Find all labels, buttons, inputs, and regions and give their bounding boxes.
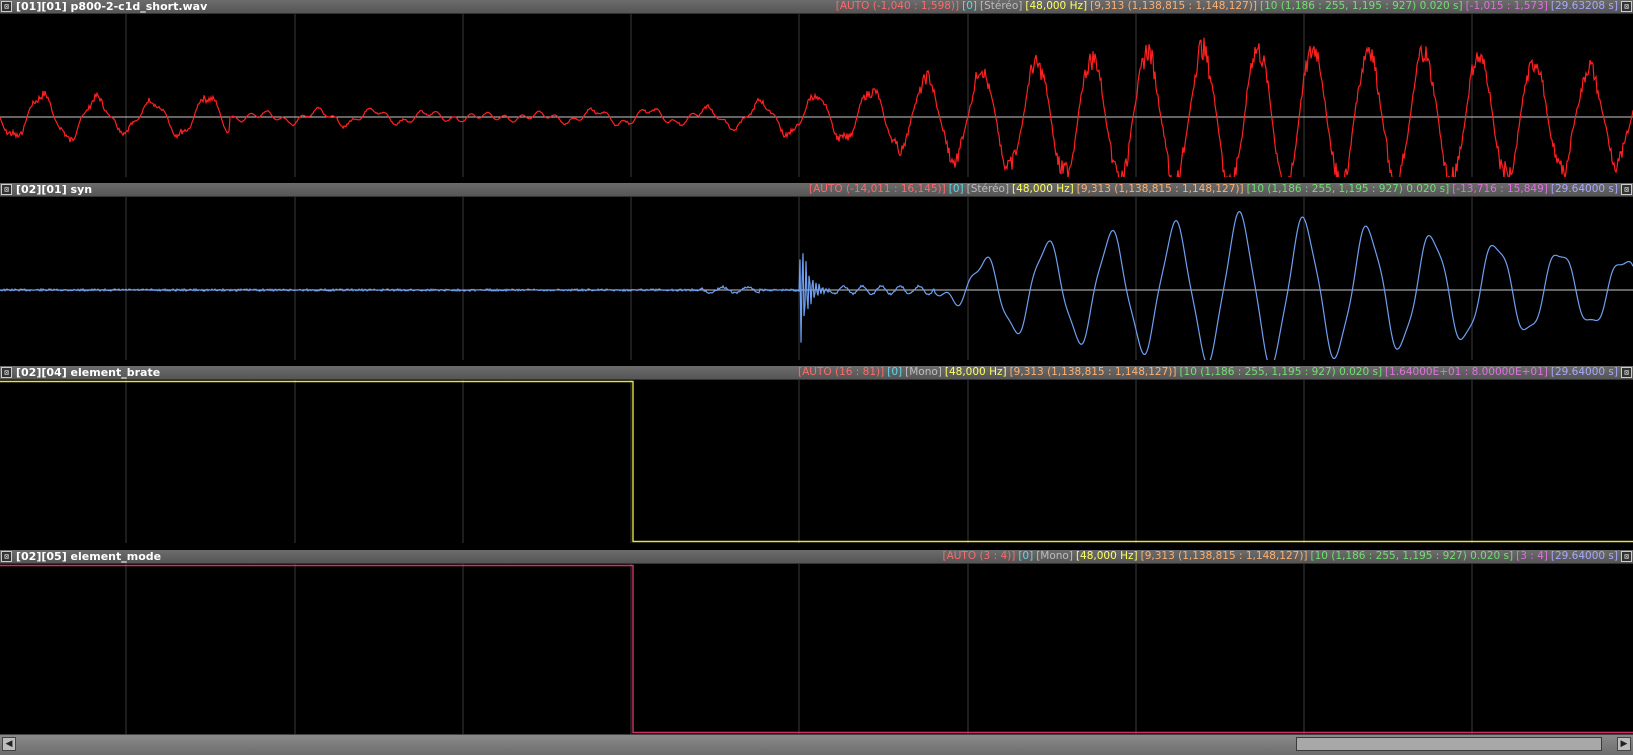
info-range: [9,313 (1,138,815 : 1,148,127)] [1090,0,1257,12]
info-index: [0] [962,0,977,12]
info-rate: [48,000 Hz] [1075,550,1138,562]
step-trace [0,380,1633,543]
info-values: [-13,716 : 15,849] [1452,183,1548,195]
info-index: [0] [1018,550,1034,562]
track-toggle-icon[interactable]: ⊠ [1,367,12,378]
waveform-plot[interactable] [0,14,1633,177]
info-range: [9,313 (1,138,815 : 1,148,127)] [1140,550,1308,562]
track-2: ⊠ [02][01] syn [AUTO (-14,011 : 16,145)]… [0,183,1633,360]
track-1: ⊠ [01][01] p800-2-c1d_short.wav [AUTO (-… [0,0,1633,177]
track-close-icon[interactable]: ⊠ [1621,367,1632,378]
scroll-left-icon[interactable]: ◀ [2,737,16,751]
info-rate: [48,000 Hz] [1025,0,1088,12]
waveform-plot[interactable] [0,197,1633,360]
scroll-right-icon[interactable]: ▶ [1617,737,1631,751]
waveform-plot[interactable] [0,380,1633,543]
step-trace [0,564,1633,734]
info-values: [-1,015 : 1,573] [1465,0,1548,12]
info-channels: [Stéréo] [980,0,1023,12]
track-3: ⊠ [02][04] element_brate [AUTO (16 : 81)… [0,366,1633,543]
info-range: [9,313 (1,138,815 : 1,148,127)] [1076,183,1244,195]
info-duration: [29.64000 s] [1550,183,1618,195]
waveform-trace [0,210,1633,360]
track-close-icon[interactable]: ⊠ [1621,1,1632,12]
info-auto: [AUTO (16 : 81)] [798,366,885,378]
scroll-thumb[interactable] [1295,737,1603,751]
track-header[interactable]: ⊠ [02][05] element_mode [AUTO (3 : 4)] [0… [0,550,1633,564]
info-index: [0] [887,366,903,378]
info-index: [0] [948,183,964,195]
track-name: [02][04] element_brate [16,366,161,379]
track-header[interactable]: ⊠ [02][01] syn [AUTO (-14,011 : 16,145)]… [0,183,1633,197]
track-close-icon[interactable]: ⊠ [1621,184,1632,195]
track-name: [01][01] p800-2-c1d_short.wav [16,0,208,13]
track-close-icon[interactable]: ⊠ [1621,551,1632,562]
track-toggle-icon[interactable]: ⊠ [1,184,12,195]
info-step: [10 (1,186 : 255, 1,195 : 927) 0.020 s] [1179,366,1383,378]
track-info: [AUTO (-1,040 : 1,598)] [0] [Stéréo] [48,00… [833,0,1618,13]
info-rate: [48,000 Hz] [944,366,1007,378]
track-4: ⊠ [02][05] element_mode [AUTO (3 : 4)] [0… [0,550,1633,734]
info-auto: [AUTO (-1,040 : 1,598)] [835,0,960,12]
track-info: [AUTO (16 : 81)] [0] [Mono] [48,000 Hz] [9,3… [795,366,1618,379]
waveform-plot[interactable] [0,564,1633,734]
info-values: [1.64000E+01 : 8.00000E+01] [1385,366,1548,378]
info-step: [10 (1,186 : 255, 1,195 : 927) 0.020 s] [1310,550,1514,562]
track-header[interactable]: ⊠ [01][01] p800-2-c1d_short.wav [AUTO (-… [0,0,1633,14]
info-auto: [AUTO (3 : 4)] [942,550,1016,562]
track-info: [AUTO (-14,011 : 16,145)] [0] [Stéréo] [48,… [806,183,1618,196]
info-step: [10 (1,186 : 255, 1,195 : 927) 0.020 s] [1259,0,1463,12]
info-auto: [AUTO (-14,011 : 16,145)] [809,183,946,195]
track-toggle-icon[interactable]: ⊠ [1,1,12,12]
info-channels: [Mono] [1036,550,1073,562]
track-header[interactable]: ⊠ [02][04] element_brate [AUTO (16 : 81)… [0,366,1633,380]
track-name: [02][01] syn [16,183,93,196]
info-range: [9,313 (1,138,815 : 1,148,127)] [1009,366,1177,378]
track-toggle-icon[interactable]: ⊠ [1,551,12,562]
info-rate: [48,000 Hz] [1012,183,1074,195]
track-info: [AUTO (3 : 4)] [0] [Mono] [48,000 Hz] [9,313… [939,550,1618,563]
info-duration: [29.63208 s] [1550,0,1618,12]
info-duration: [29.64000 s] [1550,550,1618,562]
track-name: [02][05] element_mode [16,550,162,563]
waveform-trace [0,37,1633,177]
info-step: [10 (1,186 : 255, 1,195 : 927) 0.020 s] [1246,183,1450,195]
info-channels: [Mono] [905,366,942,378]
info-channels: [Stéréo] [966,183,1010,195]
horizontal-scrollbar[interactable]: ◀ ▶ [0,734,1633,755]
info-duration: [29.64000 s] [1550,366,1618,378]
info-values: [3 : 4] [1516,550,1548,562]
